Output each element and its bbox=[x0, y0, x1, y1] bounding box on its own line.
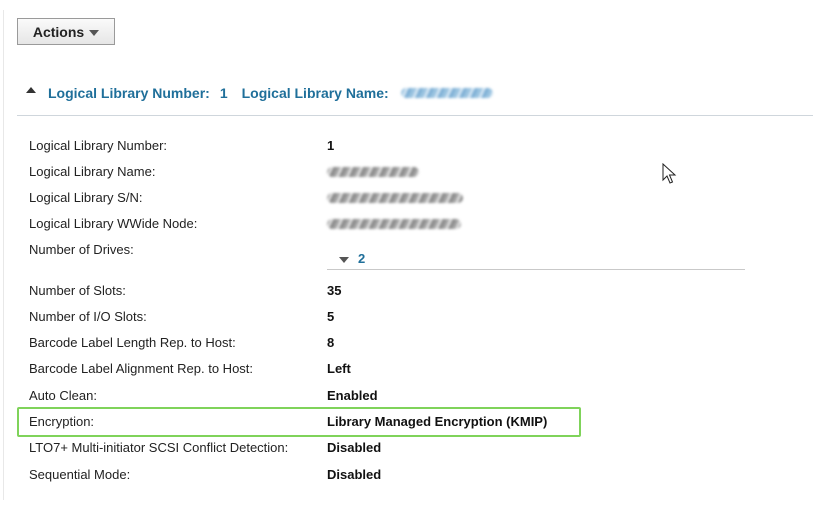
row-logical-library-sn: Logical Library S/N: bbox=[29, 190, 819, 206]
field-value: 5 bbox=[327, 309, 335, 324]
field-value: 8 bbox=[327, 335, 335, 350]
row-logical-library-number: Logical Library Number: 1 bbox=[29, 138, 819, 154]
field-value-redacted bbox=[327, 190, 463, 207]
section-number-label: Logical Library Number: bbox=[48, 85, 210, 101]
mouse-pointer-icon bbox=[662, 163, 677, 184]
field-label: Logical Library Number: bbox=[29, 138, 168, 153]
section-name-label: Logical Library Name: bbox=[241, 85, 389, 101]
caret-down-icon bbox=[339, 256, 349, 263]
drives-count-value: 2 bbox=[358, 250, 366, 266]
field-value-redacted bbox=[327, 164, 419, 181]
row-number-of-drives: Number of Drives: bbox=[29, 242, 819, 258]
row-encryption: Encryption: Library Managed Encryption (… bbox=[29, 414, 819, 430]
caret-down-icon bbox=[89, 29, 100, 36]
drives-divider bbox=[327, 269, 745, 270]
field-value: 1 bbox=[327, 138, 335, 153]
redacted-text bbox=[327, 167, 419, 177]
row-barcode-alignment: Barcode Label Alignment Rep. to Host: Le… bbox=[29, 361, 819, 377]
field-label: Barcode Label Length Rep. to Host: bbox=[29, 335, 236, 350]
section-number-value: 1 bbox=[219, 85, 228, 101]
field-label: Encryption: bbox=[29, 414, 95, 429]
row-number-of-io-slots: Number of I/O Slots: 5 bbox=[29, 309, 819, 325]
field-label: Auto Clean: bbox=[29, 388, 97, 403]
row-number-of-slots: Number of Slots: 35 bbox=[29, 283, 819, 299]
row-lto7-conflict-detection: LTO7+ Multi-initiator SCSI Conflict Dete… bbox=[29, 440, 819, 456]
section-name-value-redacted bbox=[400, 85, 493, 101]
field-value: Left bbox=[327, 361, 351, 376]
left-border bbox=[3, 10, 4, 500]
redacted-text bbox=[400, 88, 493, 98]
field-value: 35 bbox=[327, 283, 342, 298]
field-label: Logical Library S/N: bbox=[29, 190, 143, 205]
field-label: Barcode Label Alignment Rep. to Host: bbox=[29, 361, 254, 376]
field-value: Library Managed Encryption (KMIP) bbox=[327, 414, 548, 429]
field-label: LTO7+ Multi-initiator SCSI Conflict Dete… bbox=[29, 440, 289, 455]
row-sequential-mode: Sequential Mode: Disabled bbox=[29, 467, 819, 483]
row-logical-library-name: Logical Library Name: bbox=[29, 164, 819, 180]
field-label: Number of I/O Slots: bbox=[29, 309, 147, 324]
field-label: Number of Drives: bbox=[29, 242, 134, 257]
field-value: Enabled bbox=[327, 388, 378, 403]
logical-library-section-header[interactable]: Logical Library Number: 1 Logical Librar… bbox=[26, 82, 493, 104]
actions-button[interactable]: Actions bbox=[17, 18, 115, 45]
field-label: Logical Library WWide Node: bbox=[29, 216, 198, 231]
field-value: Disabled bbox=[327, 467, 382, 482]
caret-up-icon[interactable] bbox=[26, 87, 36, 93]
field-value-redacted bbox=[327, 216, 461, 233]
field-label: Number of Slots: bbox=[29, 283, 126, 298]
actions-button-label: Actions bbox=[32, 23, 85, 40]
field-value: Disabled bbox=[327, 440, 382, 455]
row-auto-clean: Auto Clean: Enabled bbox=[29, 388, 819, 404]
field-label: Logical Library Name: bbox=[29, 164, 156, 179]
row-logical-library-wwide-node: Logical Library WWide Node: bbox=[29, 216, 819, 232]
redacted-text bbox=[327, 219, 461, 229]
section-divider bbox=[17, 115, 813, 116]
field-label: Sequential Mode: bbox=[29, 467, 131, 482]
drives-expand-toggle[interactable]: 2 bbox=[339, 250, 365, 266]
logical-library-page: Actions Logical Library Number: 1 Logica… bbox=[0, 0, 826, 506]
row-barcode-length: Barcode Label Length Rep. to Host: 8 bbox=[29, 335, 819, 351]
redacted-text bbox=[327, 193, 463, 203]
